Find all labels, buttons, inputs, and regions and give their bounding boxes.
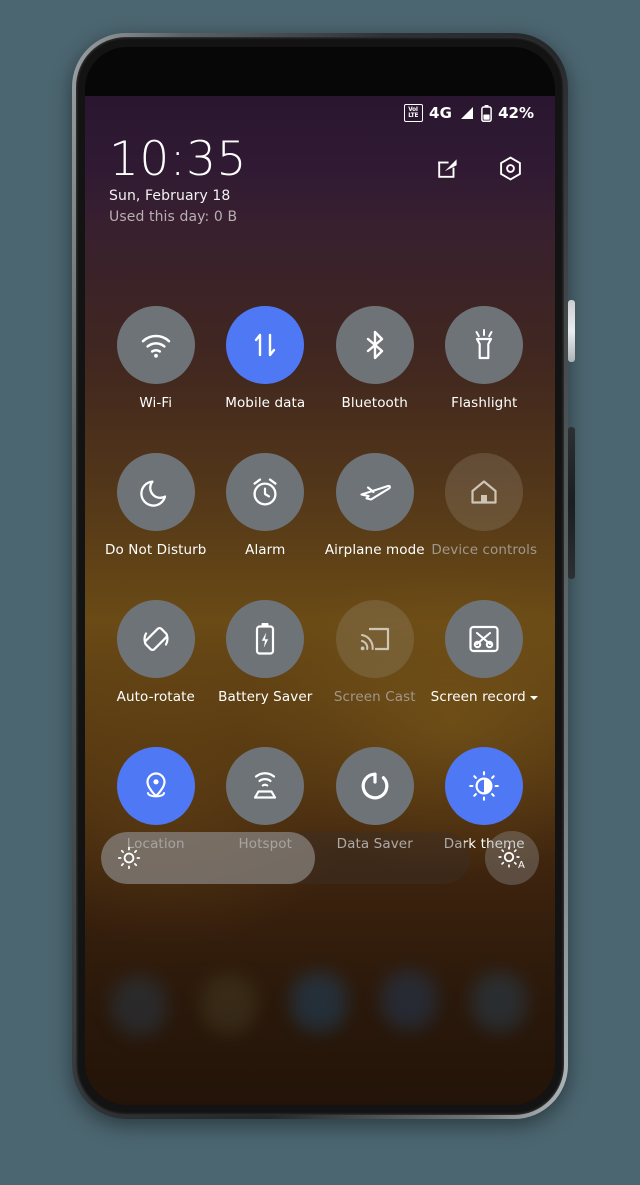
- qs-tile-label: Auto-rotate: [116, 689, 195, 705]
- qs-tile-mobile-data[interactable]: Mobile data: [211, 306, 321, 411]
- wifi-icon: [116, 306, 195, 384]
- quick-settings-tile-grid: Wi-Fi Mobile data Bluetooth Flashlight D…: [85, 306, 555, 852]
- dark-theme-icon: [445, 747, 524, 825]
- brightness-sun-icon: [117, 846, 141, 870]
- qs-tile-wifi[interactable]: Wi-Fi: [101, 306, 211, 411]
- phone-screen: VoI LTE 4G 42% 10:35 Sun, February 18 Us…: [85, 47, 555, 1105]
- battery-percent-label: 42%: [498, 104, 534, 122]
- clock-date: Sun, February 18: [109, 187, 231, 204]
- svg-text:A: A: [518, 860, 525, 871]
- data-usage-label: Used this day: 0 B: [109, 208, 238, 225]
- home-icon: [445, 453, 524, 531]
- battery-saver-icon: [226, 600, 305, 678]
- qs-tile-label-text: Screen record: [430, 689, 526, 705]
- settings-gear-icon[interactable]: [497, 155, 523, 181]
- qs-tile-label: Do Not Disturb: [105, 542, 207, 558]
- status-bar: VoI LTE 4G 42%: [85, 96, 555, 130]
- screen-record-icon: [445, 600, 524, 678]
- power-button[interactable]: [568, 300, 575, 362]
- bluetooth-icon: [335, 306, 414, 384]
- qs-tile-battery-saver[interactable]: Battery Saver: [211, 600, 321, 705]
- qs-tile-airplane-mode[interactable]: Airplane mode: [320, 453, 430, 558]
- qs-tile-label: Screen record: [431, 689, 538, 705]
- signal-bars-icon: [458, 106, 475, 121]
- volte-bottom-text: LTE: [408, 112, 419, 119]
- qs-tile-label: Alarm: [245, 542, 286, 558]
- qs-tile-auto-rotate[interactable]: Auto-rotate: [101, 600, 211, 705]
- network-type-label: 4G: [428, 104, 453, 122]
- qs-tile-label: Mobile data: [225, 395, 306, 411]
- auto-brightness-icon: A: [497, 845, 527, 871]
- qs-tile-label: Wi-Fi: [139, 395, 173, 411]
- location-pin-icon: [116, 747, 195, 825]
- qs-tile-alarm[interactable]: Alarm: [211, 453, 321, 558]
- dock-blob-phone: [111, 976, 167, 1036]
- airplane-icon: [335, 453, 414, 531]
- qs-tile-label: Device controls: [431, 542, 538, 558]
- hotspot-icon: [226, 747, 305, 825]
- clock-time: 10:35: [109, 132, 247, 187]
- qs-tile-label: Flashlight: [451, 395, 518, 411]
- qs-tile-screen-cast[interactable]: Screen Cast: [320, 600, 430, 705]
- qs-tile-screen-record[interactable]: Screen record: [430, 600, 540, 705]
- brightness-slider[interactable]: [101, 832, 470, 884]
- battery-icon: [481, 104, 492, 122]
- auto-rotate-icon: [116, 600, 195, 678]
- auto-brightness-button[interactable]: A: [485, 831, 539, 885]
- qs-tile-do-not-disturb[interactable]: Do Not Disturb: [101, 453, 211, 558]
- volume-rocker[interactable]: [568, 427, 575, 579]
- qs-tile-label: Airplane mode: [324, 542, 425, 558]
- qs-tile-bluetooth[interactable]: Bluetooth: [320, 306, 430, 411]
- screen-cast-icon: [335, 600, 414, 678]
- edit-icon[interactable]: [435, 155, 461, 181]
- moon-icon: [116, 453, 195, 531]
- qs-tile-flashlight[interactable]: Flashlight: [430, 306, 540, 411]
- qs-tile-label: Battery Saver: [218, 689, 313, 705]
- qs-tile-label: Bluetooth: [341, 395, 408, 411]
- chevron-down-icon[interactable]: [529, 696, 538, 700]
- volte-icon: VoI LTE: [403, 104, 423, 122]
- qs-tile-label: Screen Cast: [333, 689, 416, 705]
- qs-tile-device-controls[interactable]: Device controls: [430, 453, 540, 558]
- flashlight-icon: [445, 306, 524, 384]
- dock-blob-messages: [201, 974, 257, 1034]
- dock-blob-camera: [381, 970, 437, 1030]
- data-saver-icon: [335, 747, 414, 825]
- alarm-clock-icon: [226, 453, 305, 531]
- quick-settings-header: 10:35 Sun, February 18 Used this day: 0 …: [85, 136, 555, 225]
- dock-blob-browser: [291, 972, 347, 1032]
- mobile-data-icon: [226, 306, 305, 384]
- quick-settings-panel: VoI LTE 4G 42% 10:35 Sun, February 18 Us…: [85, 96, 555, 1105]
- brightness-row: A: [85, 831, 555, 885]
- dock-blob-apps: [471, 972, 527, 1032]
